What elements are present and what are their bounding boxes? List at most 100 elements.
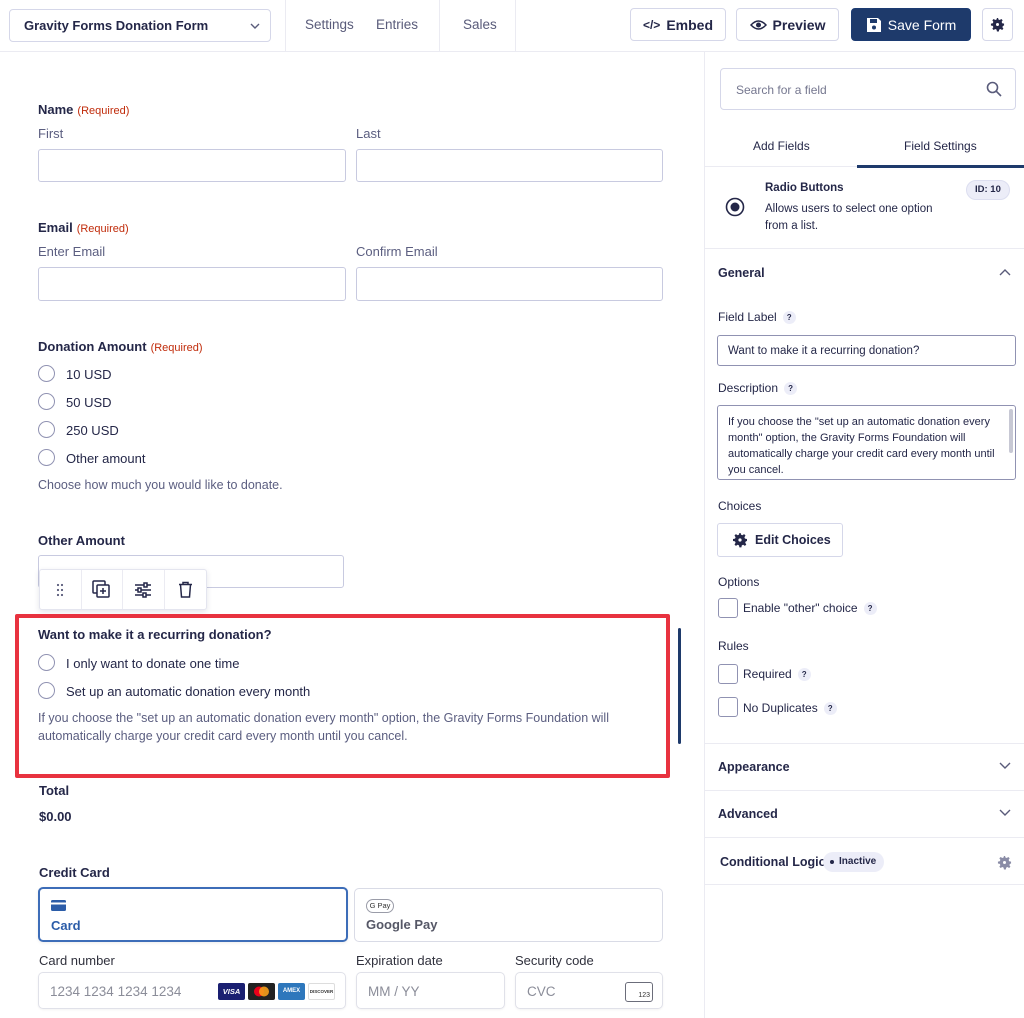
visa-icon: VISA xyxy=(218,983,245,1000)
tab-field-settings[interactable]: Field Settings xyxy=(904,139,977,153)
field-settings-icon[interactable] xyxy=(123,570,165,609)
recurring-field-label[interactable]: Want to make it a recurring donation? xyxy=(38,627,272,642)
embed-button[interactable]: </> Embed xyxy=(630,8,726,41)
field-type-title: Radio Buttons xyxy=(765,182,844,194)
general-section-header[interactable]: General xyxy=(718,266,765,280)
radio-10-usd[interactable] xyxy=(38,365,55,382)
recurring-description: If you choose the "set up an automatic d… xyxy=(38,711,609,743)
required-checkbox[interactable] xyxy=(718,664,738,684)
gear-icon[interactable] xyxy=(997,855,1012,870)
scrollbar[interactable] xyxy=(1009,409,1013,453)
chevron-up-icon[interactable] xyxy=(999,268,1011,276)
drag-handle-icon[interactable] xyxy=(40,570,82,609)
last-name-input[interactable] xyxy=(356,149,663,182)
description-text: If you choose the "set up an automatic d… xyxy=(728,416,995,476)
help-icon: ? xyxy=(782,311,796,325)
trash-icon[interactable] xyxy=(165,570,206,609)
chevron-down-icon[interactable] xyxy=(999,762,1011,770)
first-name-input[interactable] xyxy=(38,149,346,182)
description-textarea[interactable]: If you choose the "set up an automatic d… xyxy=(717,405,1016,480)
save-form-button[interactable]: Save Form xyxy=(851,8,971,41)
help-icon: ? xyxy=(823,702,837,716)
appearance-section-header[interactable]: Appearance xyxy=(718,760,790,774)
choices-title: Choices xyxy=(718,499,762,513)
enable-other-label: Enable "other" choice? xyxy=(743,601,877,616)
rules-title: Rules xyxy=(718,639,749,653)
google-pay-tab[interactable]: G Pay Google Pay xyxy=(354,888,663,942)
radio-button-icon xyxy=(725,197,745,217)
field-toolbar xyxy=(39,569,207,610)
active-tab-indicator xyxy=(857,165,1024,168)
radio-label: 10 USD xyxy=(66,367,112,382)
radio-label: 250 USD xyxy=(66,423,119,438)
mastercard-icon xyxy=(248,983,275,1000)
conditional-logic-header[interactable]: Conditional Logic xyxy=(720,855,826,869)
cvc-placeholder: CVC xyxy=(527,984,556,999)
radio-50-usd[interactable] xyxy=(38,393,55,410)
total-label: Total xyxy=(39,783,70,798)
required-indicator: (Required) xyxy=(150,342,203,354)
required-indicator: (Required) xyxy=(77,105,130,117)
help-icon: ? xyxy=(863,602,877,616)
security-code-label: Security code xyxy=(515,953,594,968)
total-value: $0.00 xyxy=(39,809,72,824)
card-number-input[interactable]: 1234 1234 1234 1234 VISA AMEX DISCOVER xyxy=(38,972,346,1009)
code-icon: </> xyxy=(642,17,661,32)
card-tab[interactable]: Card xyxy=(38,887,348,942)
donation-amount-label: Donation Amount (Required) xyxy=(38,339,203,354)
name-field-label: Name (Required) xyxy=(38,102,130,117)
cvc-icon: 123 xyxy=(625,982,653,1002)
expiration-placeholder: MM / YY xyxy=(368,984,420,999)
gear-icon xyxy=(733,533,747,548)
settings-gear-button[interactable] xyxy=(982,8,1013,41)
divider xyxy=(705,743,1024,744)
divider xyxy=(705,837,1024,838)
expiration-label: Expiration date xyxy=(356,953,443,968)
tab-add-fields[interactable]: Add Fields xyxy=(753,139,810,153)
search-field-input[interactable]: Search for a field xyxy=(720,68,1016,110)
radio-one-time[interactable] xyxy=(38,654,55,671)
enable-other-checkbox[interactable] xyxy=(718,598,738,618)
email-input[interactable] xyxy=(38,267,346,301)
nav-entries[interactable]: Entries xyxy=(376,17,418,32)
nav-settings[interactable]: Settings xyxy=(305,17,354,32)
radio-label: Other amount xyxy=(66,451,146,466)
field-id-badge: ID: 10 xyxy=(966,180,1010,200)
advanced-section-header[interactable]: Advanced xyxy=(718,807,778,821)
radio-label: Set up an automatic donation every month xyxy=(66,684,311,699)
radio-other-amount[interactable] xyxy=(38,449,55,466)
embed-label: Embed xyxy=(666,16,714,33)
description-title: Description? xyxy=(718,381,798,396)
chevron-down-icon[interactable] xyxy=(999,809,1011,817)
options-title: Options xyxy=(718,575,760,589)
other-amount-label: Other Amount xyxy=(38,533,125,548)
radio-250-usd[interactable] xyxy=(38,421,55,438)
last-name-sublabel: Last xyxy=(356,126,381,141)
preview-button[interactable]: Preview xyxy=(736,8,839,41)
radio-monthly[interactable] xyxy=(38,682,55,699)
gear-icon xyxy=(990,17,1005,32)
selected-field-indicator xyxy=(678,628,681,744)
card-number-label: Card number xyxy=(39,953,115,968)
divider xyxy=(705,790,1024,791)
expiration-input[interactable]: MM / YY xyxy=(356,972,505,1009)
email-field-label: Email (Required) xyxy=(38,220,129,235)
required-indicator: (Required) xyxy=(76,223,129,235)
amex-icon: AMEX xyxy=(278,983,305,1000)
discover-icon: DISCOVER xyxy=(308,983,335,1000)
confirm-email-input[interactable] xyxy=(356,267,663,301)
field-type-description: Allows users to select one option from a… xyxy=(765,203,933,232)
no-duplicates-checkbox[interactable] xyxy=(718,697,738,717)
eye-icon xyxy=(749,19,767,30)
nav-sales[interactable]: Sales xyxy=(463,17,497,32)
duplicate-icon[interactable] xyxy=(82,570,123,609)
field-label-input[interactable]: Want to make it a recurring donation? xyxy=(717,335,1016,366)
confirm-email-sublabel: Confirm Email xyxy=(356,244,438,259)
security-code-input[interactable]: CVC 123 xyxy=(515,972,663,1009)
divider xyxy=(705,884,1024,885)
divider xyxy=(515,0,516,52)
form-selector[interactable]: Gravity Forms Donation Form xyxy=(9,9,271,42)
form-title: Gravity Forms Donation Form xyxy=(24,18,209,33)
edit-choices-button[interactable]: Edit Choices xyxy=(717,523,843,557)
divider xyxy=(439,0,440,52)
